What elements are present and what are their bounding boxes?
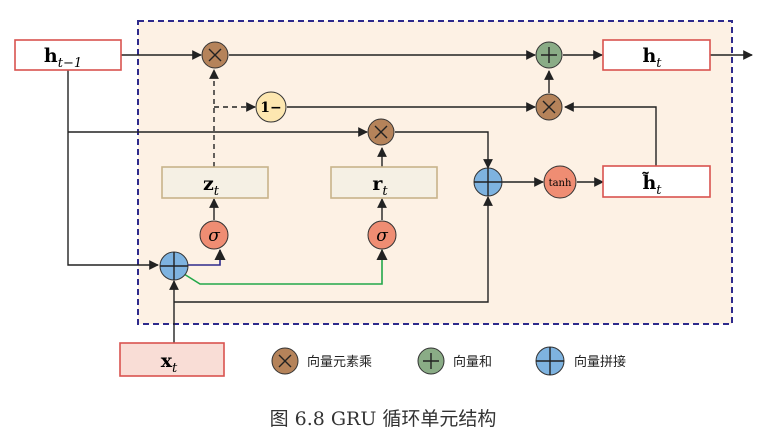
concat-node-right <box>473 167 503 197</box>
legend: 向量元素乘 向量和 向量拼接 <box>271 346 626 376</box>
tanh-node: tanh <box>543 165 577 199</box>
box-h-prev: ht−1 <box>14 39 122 71</box>
sigma-node-r: σ <box>367 220 397 250</box>
legend-item-add: 向量和 <box>417 347 492 375</box>
legend-label-concat: 向量拼接 <box>574 354 626 370</box>
h-t-sub: t <box>656 56 662 71</box>
multiply-node-top <box>201 41 229 69</box>
h-tilde-main: h̃ <box>641 172 656 194</box>
tanh-label: tanh <box>549 178 572 189</box>
box-x-t: xt <box>119 342 225 377</box>
one-minus-label: 1− <box>260 100 281 116</box>
legend-label-multiply: 向量元素乘 <box>307 354 372 370</box>
concat-node-left <box>159 251 189 281</box>
sigma-label-z: σ <box>208 226 220 246</box>
gru-diagram: ht−1 ht h̃t zt rt xt 1− tanh σ σ 向量元素乘 向… <box>14 20 753 430</box>
figure-caption: 图 6.8 GRU 循环单元结构 <box>270 408 497 430</box>
legend-item-multiply: 向量元素乘 <box>271 347 372 375</box>
box-h-tilde: h̃t <box>602 165 711 198</box>
box-r-t: rt <box>330 166 438 199</box>
multiply-node-bottom <box>535 93 563 121</box>
legend-label-add: 向量和 <box>453 354 492 370</box>
one-minus-node: 1− <box>255 91 287 123</box>
z-t-sub: t <box>214 184 220 199</box>
z-t-main: z <box>203 173 214 195</box>
x-t-main: x <box>161 350 173 372</box>
multiply-node-reset <box>367 118 395 146</box>
add-node <box>535 41 563 69</box>
r-t-sub: t <box>382 184 388 199</box>
box-h-t: ht <box>602 39 711 71</box>
h-prev-sub: t−1 <box>58 56 82 71</box>
sigma-node-z: σ <box>199 220 229 250</box>
h-prev-main: h <box>44 45 58 67</box>
sigma-label-r: σ <box>376 226 388 246</box>
h-t-main: h <box>642 45 656 67</box>
x-t-sub: t <box>172 361 178 376</box>
box-z-t: zt <box>161 166 269 199</box>
h-tilde-sub: t <box>656 183 662 198</box>
legend-item-concat: 向量拼接 <box>535 346 626 376</box>
